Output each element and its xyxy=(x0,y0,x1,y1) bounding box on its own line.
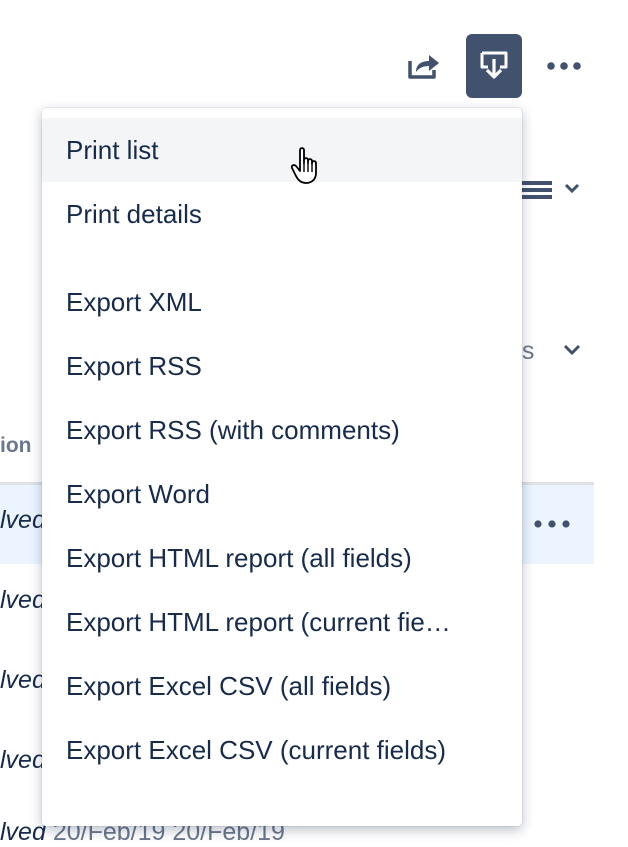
menu-item-export-rss-comments[interactable]: Export RSS (with comments) xyxy=(42,398,522,462)
list-view-icon xyxy=(522,181,580,199)
menu-item-export-csv-current[interactable]: Export Excel CSV (current fields) xyxy=(42,718,522,782)
row-status: lved xyxy=(0,586,46,614)
row-actions-button[interactable] xyxy=(528,510,576,538)
menu-separator xyxy=(42,246,522,270)
row-status: lved xyxy=(0,506,46,534)
row-status: lved xyxy=(0,666,46,694)
row-status: lved xyxy=(0,818,46,846)
menu-item-export-xml[interactable]: Export XML xyxy=(42,270,522,334)
row-status: lved xyxy=(0,746,46,774)
chevron-down-icon xyxy=(563,344,581,356)
column-header-resolution[interactable]: ion xyxy=(0,434,32,458)
menu-item-export-word[interactable]: Export Word xyxy=(42,462,522,526)
menu-item-export-html-current[interactable]: Export HTML report (current fie… xyxy=(42,590,522,654)
menu-item-export-html-all[interactable]: Export HTML report (all fields) xyxy=(42,526,522,590)
more-dots-icon xyxy=(534,520,570,528)
export-dropdown-menu: Print list Print details Export XML Expo… xyxy=(42,108,522,826)
view-switcher[interactable] xyxy=(520,178,582,202)
hand-pointer-cursor-icon xyxy=(290,147,317,184)
menu-item-print-list[interactable]: Print list xyxy=(42,118,522,182)
menu-item-export-rss[interactable]: Export RSS xyxy=(42,334,522,398)
menu-item-export-csv-all[interactable]: Export Excel CSV (all fields) xyxy=(42,654,522,718)
menu-item-print-details[interactable]: Print details xyxy=(42,182,522,246)
